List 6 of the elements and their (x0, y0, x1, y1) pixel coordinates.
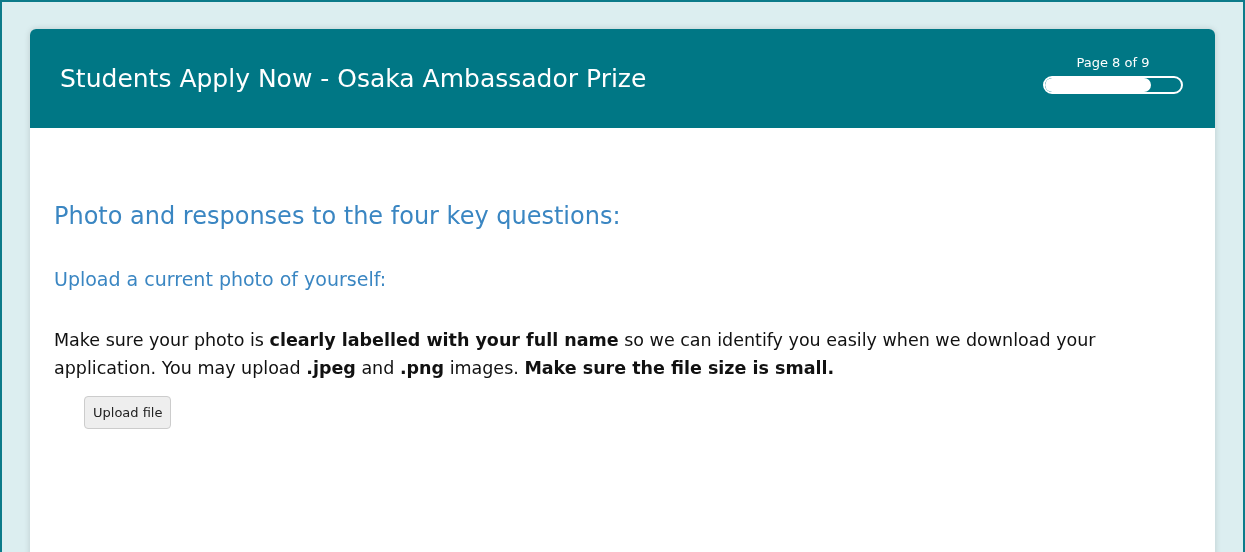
section-heading: Photo and responses to the four key questions: (54, 202, 622, 230)
instructions-text: Make sure your photo is clearly labelled with your full name so we can identify you easily when we download your application. You may upload .jpeg and .png images. Make sure the file size is small. (54, 329, 1097, 380)
question-label: Upload a current photo of yourself: (54, 268, 388, 290)
page-indicator: Page 8 of 9 (1076, 55, 1150, 70)
upload-file-button[interactable]: Upload file (84, 396, 172, 429)
form-title: Students Apply Now - Osaka Ambassador Prize (60, 64, 647, 93)
